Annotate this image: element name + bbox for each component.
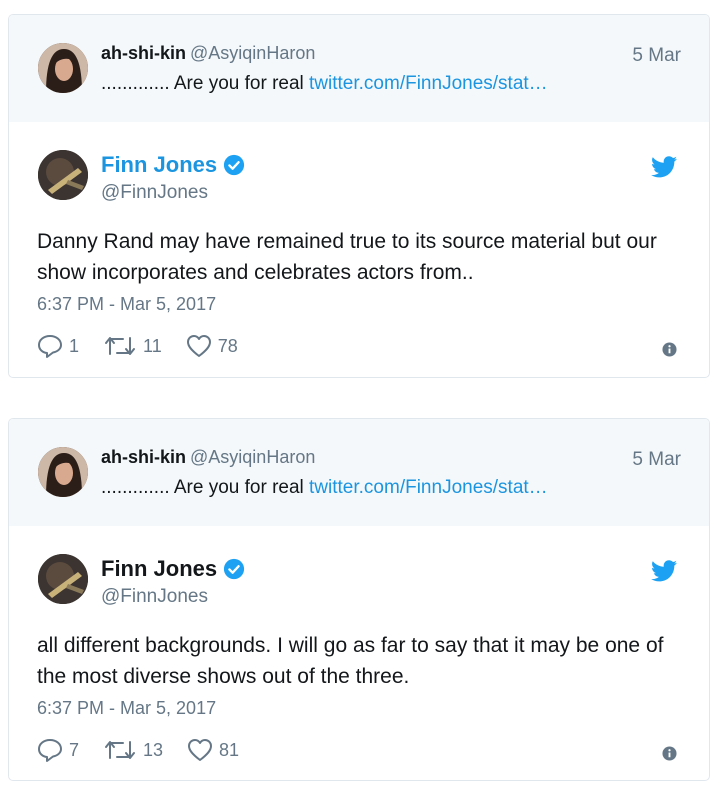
twitter-bird-icon[interactable] [651,156,677,178]
main-tweet: Finn Jones @FinnJones all different back… [9,526,709,780]
quoted-reply[interactable]: ah-shi-kin @AsyiqinHaron 5 Mar ..........… [9,15,709,122]
author-avatar[interactable] [38,554,88,604]
tweet-actions: 7 13 81 [37,738,263,762]
like-heart-icon [188,739,213,761]
like-heart-icon [186,335,211,357]
reply-action[interactable]: 7 [37,738,79,762]
embedded-tweet-card: ah-shi-kin @AsyiqinHaron 5 Mar ..........… [8,14,710,378]
like-count: 78 [217,335,238,356]
reply-handle[interactable]: @AsyiqinHaron [190,447,315,467]
author-display-name[interactable]: Finn Jones [101,556,217,582]
tweet-timestamp[interactable]: 6:37 PM - Mar 5, 2017 [37,698,216,719]
tweet-body: all different backgrounds. I will go as … [37,634,664,688]
reply-date[interactable]: 5 Mar [632,449,681,471]
author-handle[interactable]: @FinnJones [101,182,208,204]
reply-count: 7 [69,739,80,760]
info-icon[interactable] [662,342,677,357]
retweet-icon [105,741,136,759]
reply-display-name[interactable]: ah-shi-kin [101,43,186,63]
embedded-tweet-card: ah-shi-kin @AsyiqinHaron 5 Mar ..........… [8,418,710,781]
quoted-reply[interactable]: ah-shi-kin @AsyiqinHaron 5 Mar ..........… [9,419,709,526]
reply-action[interactable]: 1 [37,334,79,358]
reply-display-name[interactable]: ah-shi-kin [101,447,186,467]
reply-count: 1 [69,335,80,356]
author-avatar[interactable] [38,150,88,200]
retweet-count: 13 [143,739,164,760]
reply-text: ............. Are you for real [101,73,304,94]
twitter-bird-icon[interactable] [651,560,677,582]
tweet-timestamp[interactable]: 6:37 PM - Mar 5, 2017 [37,294,216,315]
verified-badge-icon [224,154,245,176]
reply-icon [38,335,62,358]
tweet-body: Danny Rand may have remained true to its… [37,230,657,284]
info-icon[interactable] [662,746,677,761]
like-action[interactable]: 78 [186,334,238,358]
author-handle[interactable]: @FinnJones [101,586,208,608]
reply-link[interactable]: twitter.com/FinnJones/stat… [309,477,548,498]
verified-badge-icon [224,558,245,580]
main-tweet: Finn Jones @FinnJones Danny Rand may hav… [9,122,709,377]
tweet-actions: 1 11 78 [37,334,262,358]
retweet-action[interactable]: 13 [103,738,163,762]
reply-date[interactable]: 5 Mar [632,45,681,67]
reply-avatar[interactable] [38,43,88,93]
retweet-action[interactable]: 11 [103,334,162,358]
retweet-icon [105,337,136,355]
reply-handle[interactable]: @AsyiqinHaron [190,43,315,63]
reply-link[interactable]: twitter.com/FinnJones/stat… [309,73,548,94]
retweet-count: 11 [143,335,162,356]
reply-text: ............. Are you for real [101,477,304,498]
like-count: 81 [219,739,240,760]
reply-icon [38,739,62,762]
like-action[interactable]: 81 [187,738,239,762]
reply-avatar[interactable] [38,447,88,497]
author-display-name[interactable]: Finn Jones [101,152,217,178]
